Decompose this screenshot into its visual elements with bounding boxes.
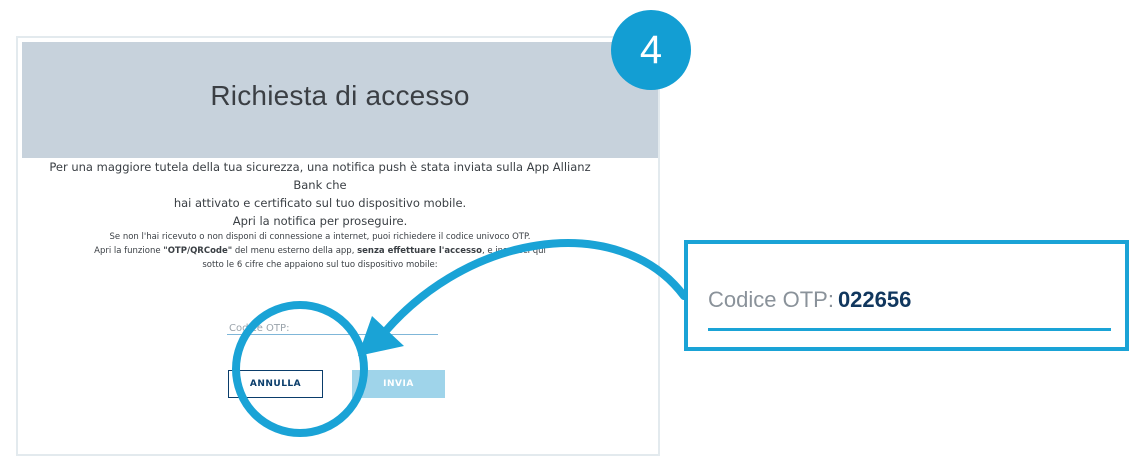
- otp-callout-text: Codice OTP: 022656: [708, 287, 911, 313]
- instruction-line: Apri la funzione "OTP/QRCode" del menu e…: [40, 244, 600, 258]
- instruction-line: sotto le 6 cifre che appaiono sul tuo di…: [202, 260, 438, 270]
- step-number-badge: 4: [611, 10, 691, 90]
- message-line: Per una maggiore tutela della tua sicure…: [49, 160, 591, 192]
- instruction-text: del menu esterno della app,: [232, 246, 358, 256]
- otp-callout-underline: [708, 328, 1111, 331]
- send-button[interactable]: INVIA: [352, 370, 445, 398]
- dialog-header: Richiesta di accesso: [22, 42, 658, 158]
- otp-qrcode-label: "OTP/QRCode": [163, 246, 233, 256]
- instruction-text: , e inserisci qui: [481, 246, 546, 256]
- otp-code-input[interactable]: [227, 319, 442, 338]
- otp-instructions: Se non l'hai ricevuto o non disponi di c…: [40, 230, 600, 272]
- message-line: Apri la notifica per proseguire.: [232, 214, 408, 228]
- no-login-label: senza effettuare l'accesso: [357, 246, 482, 256]
- push-notification-message: Per una maggiore tutela della tua sicure…: [40, 158, 600, 230]
- dialog-title: Richiesta di accesso: [210, 80, 470, 111]
- cancel-button[interactable]: ANNULLA: [228, 370, 323, 398]
- otp-callout-label: Codice OTP:: [708, 287, 834, 312]
- otp-code-field[interactable]: [227, 316, 442, 338]
- instruction-line: Se non l'hai ricevuto o non disponi di c…: [109, 232, 531, 242]
- instruction-text: Apri la funzione: [94, 246, 164, 256]
- message-line: hai attivato e certificato sul tuo dispo…: [173, 196, 467, 210]
- otp-code-callout: Codice OTP: 022656: [684, 240, 1129, 351]
- otp-callout-value: 022656: [837, 287, 912, 312]
